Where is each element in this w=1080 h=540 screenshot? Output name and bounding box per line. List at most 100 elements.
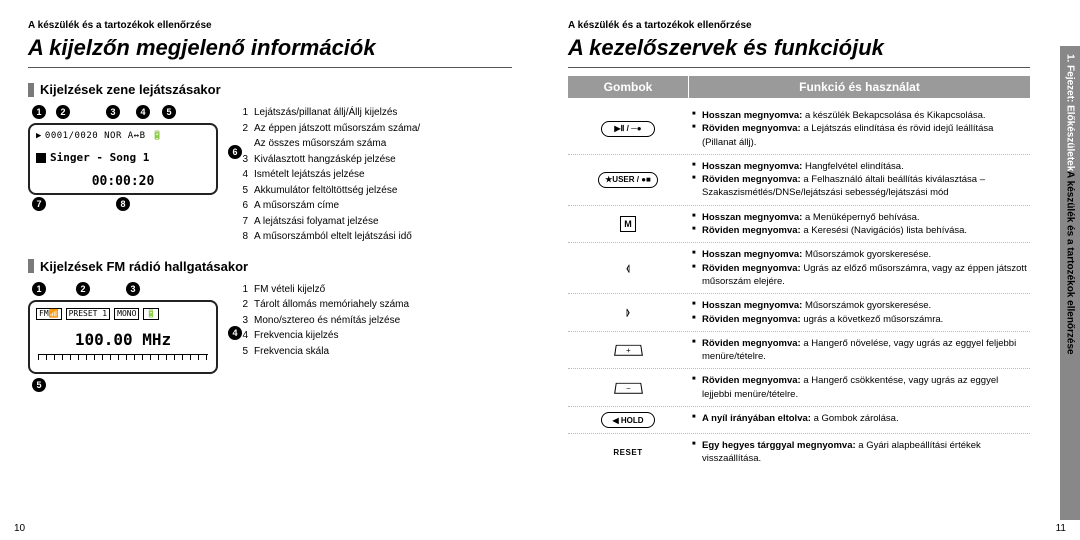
controls-desc-line: Röviden megnyomva: a Keresési (Navigáció… [692,224,1030,237]
lcd-fm-wrap: 1 2 3 4 5 FM📶PRESET 1MONO🔋 100.00 MHz [28,282,218,392]
callout-6: 6 [228,145,242,159]
controls-button-cell: RESET [568,439,688,466]
callout-4: 4 [228,326,242,340]
controls-desc-line: Röviden megnyomva: Ugrás az előző műsors… [692,262,1030,289]
controls-row: ▶Ⅱ / ─● Hosszan megnyomva: a készülék Bek… [568,104,1030,155]
controls-button-cell: + [568,337,688,364]
lcd-chip: FM📶 [36,308,62,320]
legend-text: Az éppen játszott műsorszám száma/Az öss… [254,121,420,152]
legend-num: 1 [236,105,248,121]
legend-row: 2Tárolt állomás memóriahely száma [236,297,409,313]
section-title: Kijelzések zene lejátszásakor [40,82,221,97]
controls-desc-line: Hosszan megnyomva: Műsorszámok gyorskere… [692,248,1030,261]
page-number-left: 10 [14,523,25,534]
legend-row: 6A műsorszám címe [236,198,420,214]
legend-row: 5 Frekvencia skála [236,344,409,360]
music-block: 1 2 3 4 5 6 7 8 ▶ 0001/0020 NOR A↔B 🔋 Si… [28,105,512,245]
breadcrumb: A készülék és a tartozékok ellenőrzése [28,20,512,31]
controls-table-head: Gombok Funkció és használat [568,76,1030,98]
lcd-song-text: Singer - Song 1 [50,151,149,164]
legend-row: 4Ismételt lejátszás jelzése [236,167,420,183]
legend-num: 4 [236,167,248,183]
controls-row: ⦊Hosszan megnyomva: Műsorszámok gyorsker… [568,294,1030,332]
legend-text: A műsorszámból eltelt lejátszási idő [254,229,412,245]
reset-label: RESET [613,448,642,457]
legend-num: 8 [236,229,248,245]
controls-desc-cell: Hosszan megnyomva: a készülék Bekapcsolá… [688,109,1030,149]
controls-row: +Röviden megnyomva: a Hangerő növelése, … [568,332,1030,370]
legend-text: Frekvencia skála [254,344,329,360]
lcd-music-wrap: 1 2 3 4 5 6 7 8 ▶ 0001/0020 NOR A↔B 🔋 Si… [28,105,218,245]
callout-3: 3 [106,105,120,119]
section-bar-icon [28,259,34,273]
legend-row: 8 A műsorszámból eltelt lejátszási idő [236,229,420,245]
controls-desc-line: Röviden megnyomva: a Lejátszás elindítás… [692,122,1030,149]
lcd-fm-topbar: FM📶PRESET 1MONO🔋 [36,308,159,320]
lcd-music-time: 00:00:20 [30,174,216,189]
page-right: A készülék és a tartozékok ellenőrzése A… [540,0,1080,540]
callout-5: 5 [32,378,46,392]
button-glyph: ▶Ⅱ / ─● [601,121,655,137]
page-title-right: A kezelőszervek és funkciójuk [568,35,1030,68]
legend-row: 4Frekvencia kijelzés [236,328,409,344]
legend-music: 1Lejátszás/pillanat állj/Állj kijelzés2A… [236,105,420,245]
controls-desc-line: Röviden megnyomva: a Felhasználó általi … [692,173,1030,200]
breadcrumb: A készülék és a tartozékok ellenőrzése [568,20,1030,31]
callout-7: 7 [32,197,46,211]
legend-num: 2 [236,297,248,313]
controls-table-body: ▶Ⅱ / ─● Hosszan megnyomva: a készülék Bek… [568,104,1030,471]
legend-row: 1FM vételi kijelző [236,282,409,298]
legend-text: A lejátszási folyamat jelzése [254,214,379,230]
callout-4: 4 [136,105,150,119]
side-tab-light: 1. Fejezet: Előkészületek [1065,54,1076,171]
legend-text: Kiválasztott hangzáskép jelzése [254,152,396,168]
right-arrow-icon: ⦊ [621,303,635,323]
lcd-chip: MONO [114,308,139,320]
controls-button-cell: ⦉ [568,248,688,288]
controls-desc-cell: Hosszan megnyomva: Műsorszámok gyorskere… [688,248,1030,288]
music-note-icon [36,153,46,163]
controls-desc-cell: Röviden megnyomva: a Hangerő csökkentése… [688,374,1030,401]
col-header-function: Funkció és használat [688,76,1030,98]
callout-2: 2 [56,105,70,119]
callout-1: 1 [32,105,46,119]
controls-button-cell: ⦊ [568,299,688,326]
section-head-fm: Kijelzések FM rádió hallgatásakor [28,259,512,274]
legend-row: 1Lejátszás/pillanat állj/Állj kijelzés [236,105,420,121]
legend-text: Frekvencia kijelzés [254,328,338,344]
lcd-music-title: Singer - Song 1 [36,151,149,164]
controls-desc-cell: A nyíl irányában eltolva: a Gombok zárol… [688,412,1030,428]
controls-button-cell: ★USER / ●■ [568,160,688,200]
section-title: Kijelzések FM rádió hallgatásakor [40,259,248,274]
button-glyph: ◀ HOLD [601,412,655,428]
legend-num: 6 [236,198,248,214]
lcd-fm-scale [38,354,208,366]
section-head-music: Kijelzések zene lejátszásakor [28,82,512,97]
lcd-topbar-text: 0001/0020 NOR A↔B 🔋 [45,131,163,141]
legend-num: 7 [236,214,248,230]
legend-row: 7 A lejátszási folyamat jelzése [236,214,420,230]
lcd-fm-freq: 100.00 MHz [30,330,216,349]
controls-row: M Hosszan megnyomva: a Menüképernyő behív… [568,206,1030,244]
page-title-left: A kijelzőn megjelenő információk [28,35,512,68]
controls-row: RESETEgy hegyes tárggyal megnyomva: a Gy… [568,434,1030,471]
button-glyph: M [620,216,636,232]
fm-block: 1 2 3 4 5 FM📶PRESET 1MONO🔋 100.00 MHz 1F… [28,282,512,392]
controls-row: −Röviden megnyomva: a Hangerő csökkentés… [568,369,1030,407]
lcd-chip: 🔋 [143,308,159,320]
side-tab-dark: A készülék és a tartozékok ellenőrzése [1065,171,1076,355]
controls-button-cell: − [568,374,688,401]
legend-num: 5 [236,344,248,360]
legend-row: 3Kiválasztott hangzáskép jelzése [236,152,420,168]
section-bar-icon [28,83,34,97]
controls-desc-line: Röviden megnyomva: ugrás a következő műs… [692,313,1030,326]
callout-8: 8 [116,197,130,211]
legend-row: 5Akkumulátor feltöltöttség jelzése [236,183,420,199]
controls-desc-cell: Hosszan megnyomva: a Menüképernyő behívá… [688,211,1030,238]
lcd-music-topbar: ▶ 0001/0020 NOR A↔B 🔋 [36,131,163,141]
legend-num: 5 [236,183,248,199]
legend-row: 2Az éppen játszott műsorszám száma/Az ös… [236,121,420,152]
callout-2: 2 [76,282,90,296]
controls-desc-line: Hosszan megnyomva: a készülék Bekapcsolá… [692,109,1030,122]
controls-button-cell: ▶Ⅱ / ─● [568,109,688,149]
